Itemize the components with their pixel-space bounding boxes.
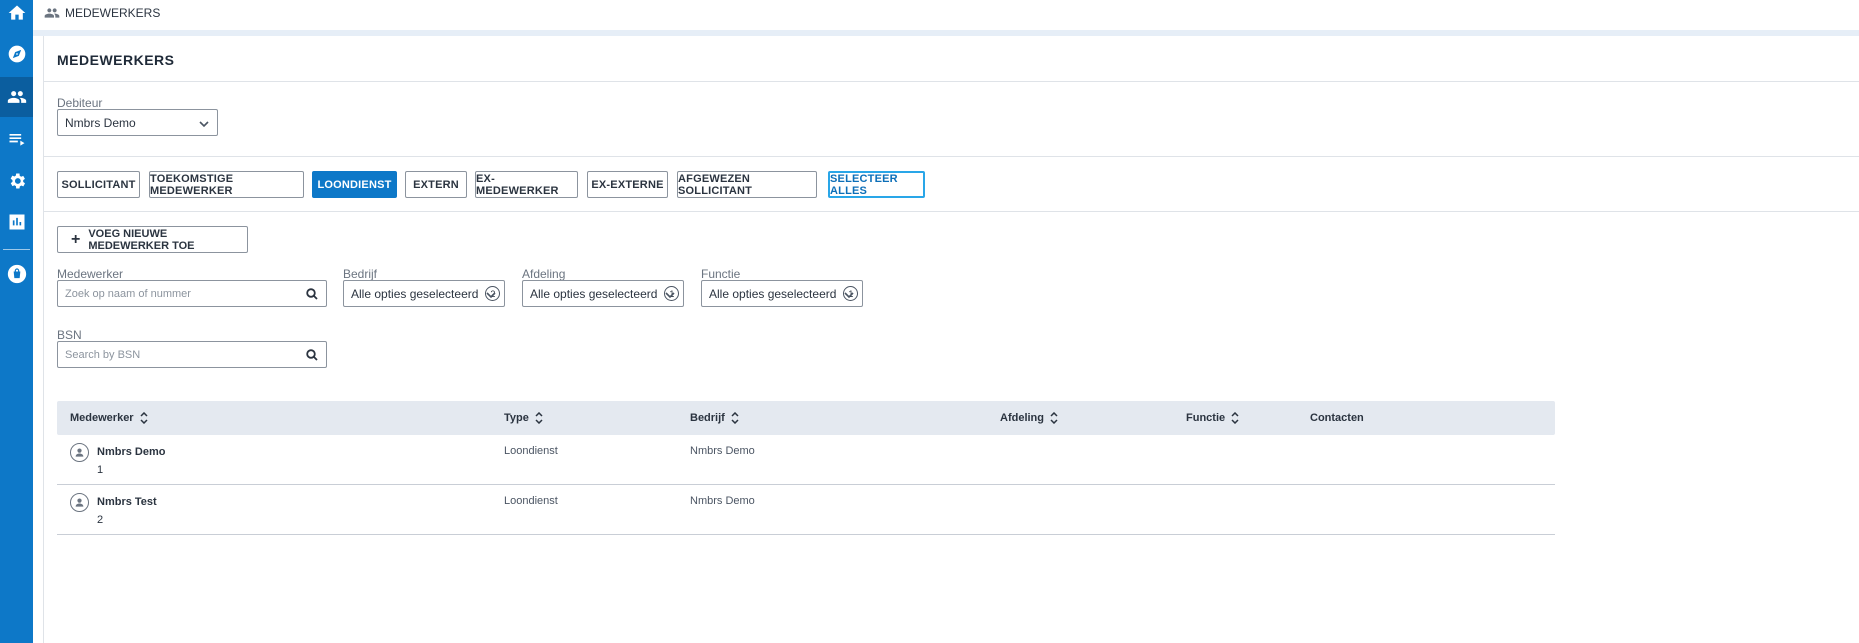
debiteur-select[interactable]: Nmbrs Demo xyxy=(57,109,218,136)
filter-sollicitant[interactable]: SOLLICITANT xyxy=(57,171,140,198)
sort-icon xyxy=(731,411,739,425)
employee-type: Loondienst xyxy=(504,445,558,457)
employee-name[interactable]: Nmbrs Demo xyxy=(97,446,165,458)
bag-icon xyxy=(7,264,26,284)
person-icon xyxy=(75,498,84,507)
nav-lists[interactable] xyxy=(0,119,33,159)
employee-bedrijf: Nmbrs Demo xyxy=(690,445,755,457)
functie-value: Alle opties geselecteerd xyxy=(709,286,837,301)
nav-medewerkers[interactable] xyxy=(0,77,33,117)
breadcrumb: MEDEWERKERS xyxy=(44,4,160,22)
nav-store[interactable] xyxy=(0,254,33,294)
search-icon[interactable] xyxy=(306,349,318,361)
divider xyxy=(43,211,1859,212)
sidebar-divider xyxy=(3,249,30,250)
column-label: Functie xyxy=(1186,412,1226,424)
column-header-functie[interactable]: Functie xyxy=(1186,401,1239,435)
column-label: Contacten xyxy=(1310,412,1364,424)
nav-reports[interactable] xyxy=(0,202,33,242)
filter-extern[interactable]: EXTERN xyxy=(405,171,467,198)
column-label: Medewerker xyxy=(70,412,134,424)
compass-icon xyxy=(8,45,25,63)
table-row[interactable]: Nmbrs Test 2 Loondienst Nmbrs Demo xyxy=(57,485,1555,535)
breadcrumb-label[interactable]: MEDEWERKERS xyxy=(65,6,160,20)
nav-explore[interactable] xyxy=(0,34,33,74)
functie-select[interactable]: Alle opties geselecteerd 1 xyxy=(701,280,863,307)
column-label: Type xyxy=(504,412,529,424)
table-row[interactable]: Nmbrs Demo 1 Loondienst Nmbrs Demo xyxy=(57,435,1555,485)
bedrijf-select[interactable]: Alle opties geselecteerd 2 xyxy=(343,280,505,307)
chevron-down-icon xyxy=(665,289,675,299)
people-icon xyxy=(44,8,60,18)
chart-icon xyxy=(9,214,24,230)
employee-name[interactable]: Nmbrs Test xyxy=(97,496,157,508)
bedrijf-value: Alle opties geselecteerd xyxy=(351,286,479,301)
employee-number: 2 xyxy=(97,514,104,526)
sort-icon xyxy=(535,411,543,425)
afdeling-label: Afdeling xyxy=(522,267,566,281)
filter-ex-externe[interactable]: EX-EXTERNE xyxy=(587,171,668,198)
sort-icon xyxy=(1231,411,1239,425)
bsn-label: BSN xyxy=(57,328,82,342)
content-card xyxy=(43,36,1859,643)
nav-settings[interactable] xyxy=(0,161,33,201)
sidebar xyxy=(0,0,33,643)
employee-search-input[interactable] xyxy=(65,287,296,300)
employee-number: 1 xyxy=(97,464,104,476)
divider xyxy=(43,81,1859,82)
add-employee-button[interactable]: + VOEG NIEUWE MEDEWERKER TOE xyxy=(57,226,248,253)
add-employee-label: VOEG NIEUWE MEDEWERKER TOE xyxy=(88,227,195,252)
filter-ex-medewerker[interactable]: EX-MEDEWERKER xyxy=(475,171,578,198)
sort-icon xyxy=(140,411,148,425)
chevron-down-icon xyxy=(486,289,496,299)
people-icon xyxy=(7,91,26,103)
afdeling-select[interactable]: Alle opties geselecteerd 1 xyxy=(522,280,684,307)
bsn-search xyxy=(57,341,327,368)
column-header-afdeling[interactable]: Afdeling xyxy=(1000,401,1058,435)
playlist-icon xyxy=(9,134,24,146)
plus-icon: + xyxy=(71,230,81,248)
debiteur-value: Nmbrs Demo xyxy=(65,115,136,130)
medewerker-label: Medewerker xyxy=(57,267,124,281)
filter-toekomstige-medewerker[interactable]: TOEKOMSTIGE MEDEWERKER xyxy=(149,171,304,198)
page-title: MEDEWERKERS xyxy=(57,52,175,68)
chevron-down-icon xyxy=(844,289,854,299)
column-header-contacten: Contacten xyxy=(1310,401,1364,435)
divider xyxy=(43,156,1859,157)
employee-search xyxy=(57,280,327,307)
bedrijf-label: Bedrijf xyxy=(343,267,378,281)
bsn-search-input[interactable] xyxy=(65,348,296,361)
column-label: Afdeling xyxy=(1000,412,1044,424)
column-header-medewerker[interactable]: Medewerker xyxy=(70,401,148,435)
column-header-bedrijf[interactable]: Bedrijf xyxy=(690,401,739,435)
functie-label: Functie xyxy=(701,267,741,281)
sort-icon xyxy=(1050,411,1058,425)
filter-loondienst[interactable]: LOONDIENST xyxy=(312,171,397,198)
afdeling-value: Alle opties geselecteerd xyxy=(530,286,658,301)
avatar xyxy=(70,493,89,512)
avatar xyxy=(70,443,89,462)
filter-afgewezen-sollicitant[interactable]: AFGEWEZEN SOLLICITANT xyxy=(677,171,817,198)
home-icon xyxy=(8,5,25,20)
employee-type: Loondienst xyxy=(504,495,558,507)
debiteur-label: Debiteur xyxy=(57,96,103,110)
search-icon[interactable] xyxy=(306,288,318,300)
employee-bedrijf: Nmbrs Demo xyxy=(690,495,755,507)
nav-home[interactable] xyxy=(0,0,33,33)
person-icon xyxy=(75,448,84,457)
table-header: Medewerker Type Bedrijf Afdeling Functie… xyxy=(57,401,1555,435)
column-label: Bedrijf xyxy=(690,412,725,424)
column-header-type[interactable]: Type xyxy=(504,401,543,435)
select-all-button[interactable]: SELECTEER ALLES xyxy=(828,171,925,198)
gear-icon xyxy=(10,173,25,189)
chevron-down-icon xyxy=(199,118,209,128)
